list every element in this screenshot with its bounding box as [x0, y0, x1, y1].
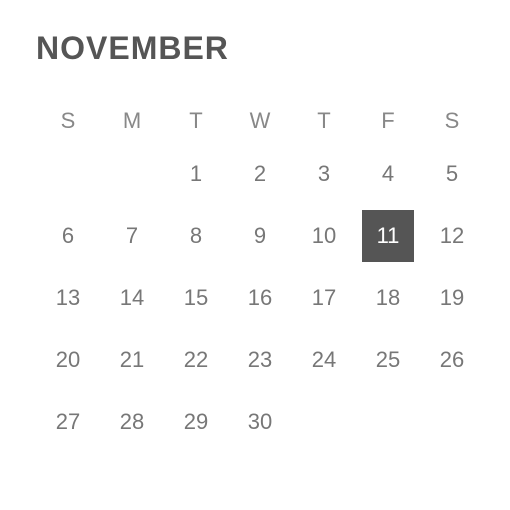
day-cell-selected[interactable]: 11	[356, 205, 420, 267]
day-cell[interactable]: 6	[36, 205, 100, 267]
day-cell[interactable]: 8	[164, 205, 228, 267]
day-cell-empty	[420, 391, 484, 453]
day-cell[interactable]: 2	[228, 143, 292, 205]
day-cell[interactable]: 26	[420, 329, 484, 391]
day-cell[interactable]: 1	[164, 143, 228, 205]
day-cell[interactable]: 30	[228, 391, 292, 453]
day-cell[interactable]: 9	[228, 205, 292, 267]
weekday-header: S	[420, 99, 484, 143]
day-cell[interactable]: 7	[100, 205, 164, 267]
day-cell-empty	[292, 391, 356, 453]
weekday-header: S	[36, 99, 100, 143]
day-cell[interactable]: 29	[164, 391, 228, 453]
weekday-header: T	[292, 99, 356, 143]
day-cell-empty	[100, 143, 164, 205]
day-cell[interactable]: 13	[36, 267, 100, 329]
day-cell[interactable]: 14	[100, 267, 164, 329]
day-cell[interactable]: 20	[36, 329, 100, 391]
day-cell-empty	[356, 391, 420, 453]
day-cell[interactable]: 18	[356, 267, 420, 329]
calendar-grid: S M T W T F S 1 2 3 4 5 6 7 8 9 10 11 12…	[36, 99, 484, 453]
day-cell-empty	[36, 143, 100, 205]
day-cell[interactable]: 5	[420, 143, 484, 205]
day-cell[interactable]: 19	[420, 267, 484, 329]
day-cell[interactable]: 10	[292, 205, 356, 267]
day-cell[interactable]: 23	[228, 329, 292, 391]
weekday-header: M	[100, 99, 164, 143]
day-cell[interactable]: 25	[356, 329, 420, 391]
weekday-header: T	[164, 99, 228, 143]
day-cell[interactable]: 16	[228, 267, 292, 329]
day-cell[interactable]: 12	[420, 205, 484, 267]
day-cell[interactable]: 28	[100, 391, 164, 453]
day-cell[interactable]: 21	[100, 329, 164, 391]
month-title: NOVEMBER	[36, 30, 480, 67]
day-cell[interactable]: 27	[36, 391, 100, 453]
day-cell[interactable]: 22	[164, 329, 228, 391]
day-cell[interactable]: 3	[292, 143, 356, 205]
weekday-header: F	[356, 99, 420, 143]
day-cell[interactable]: 17	[292, 267, 356, 329]
day-cell[interactable]: 24	[292, 329, 356, 391]
day-cell[interactable]: 15	[164, 267, 228, 329]
weekday-header: W	[228, 99, 292, 143]
day-cell[interactable]: 4	[356, 143, 420, 205]
